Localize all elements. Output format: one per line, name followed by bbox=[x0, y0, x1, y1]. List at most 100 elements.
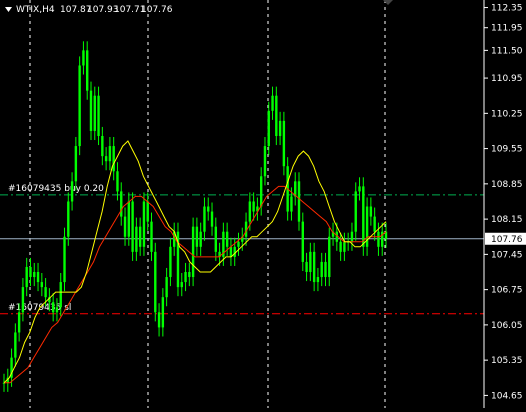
candle-body bbox=[93, 95, 96, 131]
candle-body bbox=[74, 146, 78, 182]
tick-label: 109.55 bbox=[491, 145, 523, 155]
candle-body bbox=[70, 181, 74, 202]
candle-body bbox=[195, 226, 199, 247]
candle-body bbox=[157, 312, 161, 328]
candle-body bbox=[146, 201, 149, 222]
tick-label: 110.95 bbox=[491, 74, 523, 84]
candle-body bbox=[252, 201, 255, 212]
tick-label: 108.85 bbox=[491, 180, 523, 190]
candle-body bbox=[89, 90, 93, 131]
price-chart[interactable]: #16079435 buy 0.20#16079435 sl 112.35111… bbox=[0, 0, 526, 408]
candle-body bbox=[324, 261, 327, 278]
candle-body bbox=[312, 251, 316, 283]
candle-body bbox=[259, 176, 263, 207]
candle-body bbox=[165, 277, 168, 298]
candle-body bbox=[290, 196, 293, 212]
candle-body bbox=[127, 201, 131, 237]
tick-label: 110.25 bbox=[491, 109, 523, 119]
candle-body bbox=[21, 287, 25, 313]
candle-body bbox=[63, 236, 66, 283]
candle-body bbox=[59, 282, 62, 308]
candle-body bbox=[55, 307, 59, 313]
candle-body bbox=[40, 282, 44, 288]
tick-label: 107.45 bbox=[491, 250, 523, 260]
tick-label: 105.35 bbox=[491, 356, 523, 366]
candle-body bbox=[199, 231, 202, 247]
candle-body bbox=[154, 251, 157, 313]
candle-body bbox=[354, 191, 357, 232]
candle-body bbox=[210, 211, 214, 227]
candle-body bbox=[108, 146, 112, 162]
candle-body bbox=[104, 156, 108, 162]
candle-body bbox=[142, 201, 146, 247]
candle-body bbox=[267, 110, 270, 147]
candle-body bbox=[138, 226, 142, 247]
candle-body bbox=[350, 231, 354, 242]
candle-body bbox=[14, 332, 17, 358]
candle-body bbox=[339, 241, 342, 252]
candle-body bbox=[263, 146, 267, 177]
candle-body bbox=[44, 287, 47, 298]
candle-body bbox=[169, 246, 172, 278]
candle-body bbox=[271, 95, 274, 111]
candle-body bbox=[17, 312, 21, 333]
candle-body bbox=[237, 241, 240, 247]
tick-label: 111.95 bbox=[491, 24, 523, 34]
symbol-title: WTIX,H4 bbox=[16, 5, 55, 15]
candle-body bbox=[275, 95, 278, 136]
candle-body bbox=[120, 191, 123, 217]
candle-body bbox=[191, 226, 195, 278]
candle-body bbox=[225, 231, 229, 247]
candle-body bbox=[33, 272, 36, 278]
candle-body bbox=[97, 95, 100, 136]
candle-body bbox=[229, 246, 233, 257]
candle-body bbox=[29, 266, 32, 278]
candle-body bbox=[233, 246, 236, 257]
tick-label: 106.75 bbox=[491, 286, 523, 296]
candle-body bbox=[297, 181, 301, 222]
candle-body bbox=[362, 186, 365, 247]
candle-body bbox=[86, 50, 89, 91]
candle-body bbox=[150, 221, 153, 252]
candle-body bbox=[377, 231, 380, 247]
current-price-label: 107.76 bbox=[491, 235, 523, 245]
candle-body bbox=[305, 261, 308, 272]
order-label-0: #16079435 buy 0.20 bbox=[8, 184, 104, 194]
tick-label: 104.65 bbox=[491, 391, 523, 401]
candle-body bbox=[180, 282, 183, 288]
tick-label: 108.15 bbox=[491, 215, 523, 225]
candle-body bbox=[25, 266, 28, 288]
candle-body bbox=[369, 206, 373, 217]
ohlc-close: 107.76 bbox=[141, 5, 173, 15]
candle-body bbox=[188, 272, 191, 278]
candle-body bbox=[207, 206, 210, 212]
candle-body bbox=[161, 297, 165, 328]
candle-body bbox=[135, 226, 138, 252]
candle-body bbox=[320, 261, 323, 278]
candle-body bbox=[343, 241, 346, 252]
candle-body bbox=[328, 236, 331, 278]
candle-body bbox=[82, 50, 85, 66]
candle-body bbox=[309, 251, 312, 272]
candle-body bbox=[123, 216, 127, 237]
candle-body bbox=[373, 216, 376, 232]
candle-body bbox=[131, 201, 134, 252]
candle-body bbox=[116, 171, 119, 192]
candle-body bbox=[203, 206, 206, 232]
candle-body bbox=[78, 65, 81, 147]
candle-body bbox=[101, 136, 104, 157]
candle-body bbox=[316, 277, 320, 283]
candle-body bbox=[248, 201, 252, 222]
chart-background bbox=[0, 0, 526, 408]
candle-body bbox=[278, 120, 282, 136]
candle-body bbox=[184, 272, 187, 283]
tick-label: 111.50 bbox=[491, 46, 523, 56]
candle-body bbox=[214, 226, 218, 252]
tick-label: 112.35 bbox=[491, 4, 523, 14]
candle-body bbox=[282, 120, 286, 167]
candle-body bbox=[36, 272, 40, 283]
candle-body bbox=[358, 186, 361, 192]
candle-body bbox=[112, 146, 115, 172]
tick-label: 106.05 bbox=[491, 321, 523, 331]
chart-window[interactable]: #16079435 buy 0.20 #16079435 sl 112.35 111… bbox=[0, 0, 526, 408]
